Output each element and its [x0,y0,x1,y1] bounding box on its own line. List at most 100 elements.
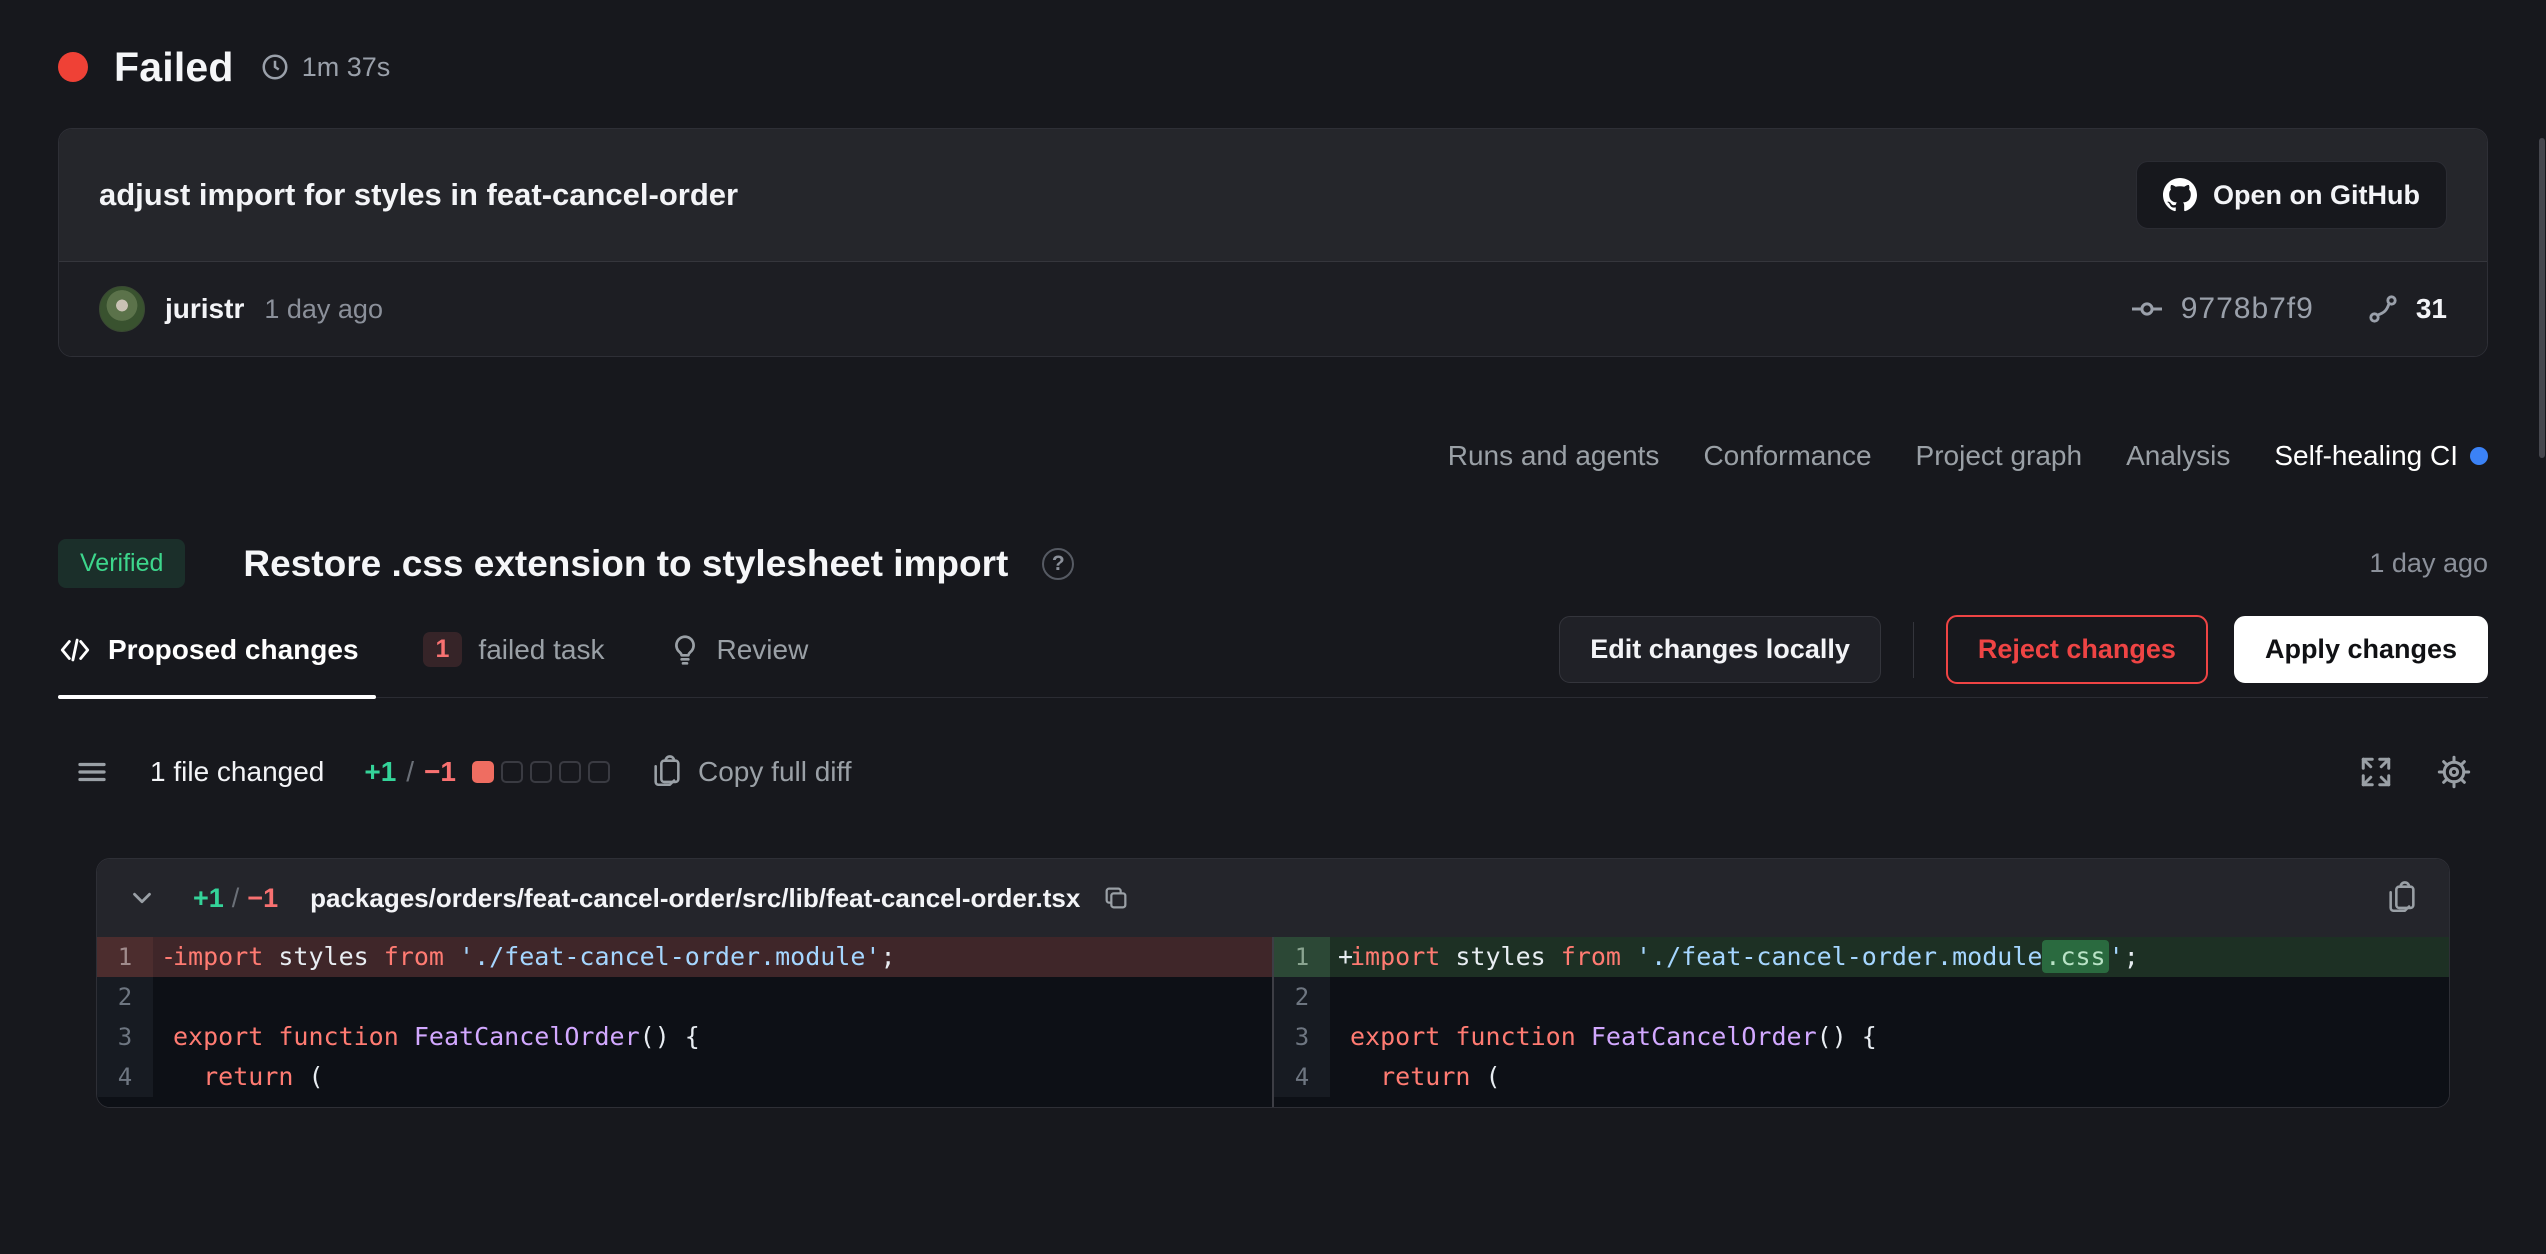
fix-title: Restore .css extension to stylesheet imp… [243,543,1008,585]
hamburger-icon [74,754,110,790]
diff-pane-new: 1+import styles from './feat-cancel-orde… [1274,937,2449,1107]
tab-review[interactable]: Review [669,602,809,697]
failed-status-dot [58,52,88,82]
status-label: Failed [114,44,234,91]
nav-item-conformance[interactable]: Conformance [1703,440,1871,472]
commit-meta-row: juristr 1 day ago 9778b7f9 31 [59,261,2487,356]
diff-card: +1 / −1 packages/orders/feat-cancel-orde… [96,858,2450,1108]
edit-changes-locally-button[interactable]: Edit changes locally [1559,616,1881,683]
line-number: 3 [97,1017,153,1057]
nav-item-label: Analysis [2126,440,2230,472]
diff-line: 4 return ( [97,1057,1272,1097]
diff-ratio-block [530,761,552,783]
code-content: +import styles from './feat-cancel-order… [1330,937,2449,977]
diff-ratio-block [472,761,494,783]
git-compare-icon [2366,292,2400,326]
nav-item-label: Conformance [1703,440,1871,472]
copy-path-icon[interactable] [1102,884,1130,912]
verified-badge: Verified [58,539,185,588]
line-number: 1 [1274,937,1330,977]
files-changed-label: 1 file changed [150,756,324,788]
nav-item-analysis[interactable]: Analysis [2126,440,2230,472]
code-content: -import styles from './feat-cancel-order… [153,937,1272,977]
actions-divider [1913,622,1914,678]
file-path: packages/orders/feat-cancel-order/src/li… [310,883,1080,914]
diff-toolbar: 1 file changed +1 / −1 Copy full diff [58,736,2488,808]
code-content [153,977,1272,1017]
code-icon [58,633,92,667]
actions: Edit changes locally Reject changes Appl… [1559,615,2488,684]
line-number: 2 [1274,977,1330,1017]
diff-ratio-block [588,761,610,783]
diff-settings-button[interactable] [2436,754,2472,790]
branch-count[interactable]: 31 [2366,292,2447,326]
github-icon [2163,178,2197,212]
diff-line: 2 [1274,977,2449,1017]
notification-dot [2470,447,2488,465]
tab-review-label: Review [717,634,809,666]
clock-icon [260,52,290,82]
diff-pane-old: 1-import styles from './feat-cancel-orde… [97,937,1272,1107]
commit-card: adjust import for styles in feat-cancel-… [58,128,2488,357]
code-content [1330,977,2449,1017]
line-number: 3 [1274,1017,1330,1057]
code-content: return ( [1330,1057,2449,1097]
chevron-down-icon[interactable] [127,883,157,913]
tab-proposed-changes[interactable]: Proposed changes [58,602,359,697]
code-content: return ( [153,1057,1272,1097]
line-number: 1 [97,937,153,977]
diff-line: 3export function FeatCancelOrder() { [1274,1017,2449,1057]
nav-item-runs-and-agents[interactable]: Runs and agents [1448,440,1660,472]
tab-proposed-label: Proposed changes [108,634,359,666]
commit-time: 1 day ago [264,294,383,325]
tab-failed-task[interactable]: 1 failed task [423,602,605,697]
page-scrollbar[interactable] [2539,138,2545,458]
failed-count-badge: 1 [423,632,463,667]
commit-title-row: adjust import for styles in feat-cancel-… [59,129,2487,261]
help-icon[interactable]: ? [1042,548,1074,580]
fix-time: 1 day ago [2369,548,2488,579]
expand-diff-button[interactable] [2358,754,2394,790]
line-number: 4 [1274,1057,1330,1097]
apply-changes-button[interactable]: Apply changes [2234,616,2488,683]
diff-split-view: 1-import styles from './feat-cancel-orde… [97,937,2449,1107]
tabs-row: Proposed changes 1 failed task Review Ed… [58,602,2488,698]
line-number: 2 [97,977,153,1017]
file-diff-stats: +1 / −1 [193,883,278,914]
diff-stats: +1 / −1 [364,756,610,788]
copy-full-diff-label: Copy full diff [698,756,852,788]
commit-title: adjust import for styles in feat-cancel-… [99,177,738,213]
file-list-menu-button[interactable] [74,754,110,790]
reject-changes-button[interactable]: Reject changes [1946,615,2208,684]
code-content: export function FeatCancelOrder() { [153,1017,1272,1057]
copy-full-diff-button[interactable]: Copy full diff [650,755,852,789]
additions-count: +1 [364,756,396,788]
line-number: 4 [97,1057,153,1097]
deletions-count: −1 [424,756,456,788]
open-on-github-button[interactable]: Open on GitHub [2136,161,2447,229]
diff-blocks [472,761,610,783]
copy-file-diff-icon[interactable] [2385,881,2419,915]
diff-line: 1-import styles from './feat-cancel-orde… [97,937,1272,977]
diff-line: 1+import styles from './feat-cancel-orde… [1274,937,2449,977]
clipboard-icon [650,755,684,789]
author-name[interactable]: juristr [165,293,244,325]
nav-item-label: Self-healing CI [2274,440,2458,472]
duration-label: 1m 37s [302,52,391,83]
nav-item-label: Runs and agents [1448,440,1660,472]
nav-links: Runs and agents Conformance Project graph A… [58,433,2488,479]
avatar[interactable] [99,286,145,332]
diff-line: 3export function FeatCancelOrder() { [97,1017,1272,1057]
commit-sha[interactable]: 9778b7f9 [2129,291,2314,327]
code-content: export function FeatCancelOrder() { [1330,1017,2449,1057]
nav-item-label: Project graph [1916,440,2083,472]
git-commit-icon [2129,291,2165,327]
diff-line: 2 [97,977,1272,1017]
tab-failed-label: failed task [478,634,604,666]
fix-header: Verified Restore .css extension to style… [58,539,2488,588]
nav-item-self-healing-ci[interactable]: Self-healing CI [2274,440,2488,472]
page: Failed 1m 37s adjust import for styles i… [0,38,2546,1254]
github-button-label: Open on GitHub [2213,180,2420,211]
nav-item-project-graph[interactable]: Project graph [1916,440,2083,472]
duration: 1m 37s [260,52,391,83]
